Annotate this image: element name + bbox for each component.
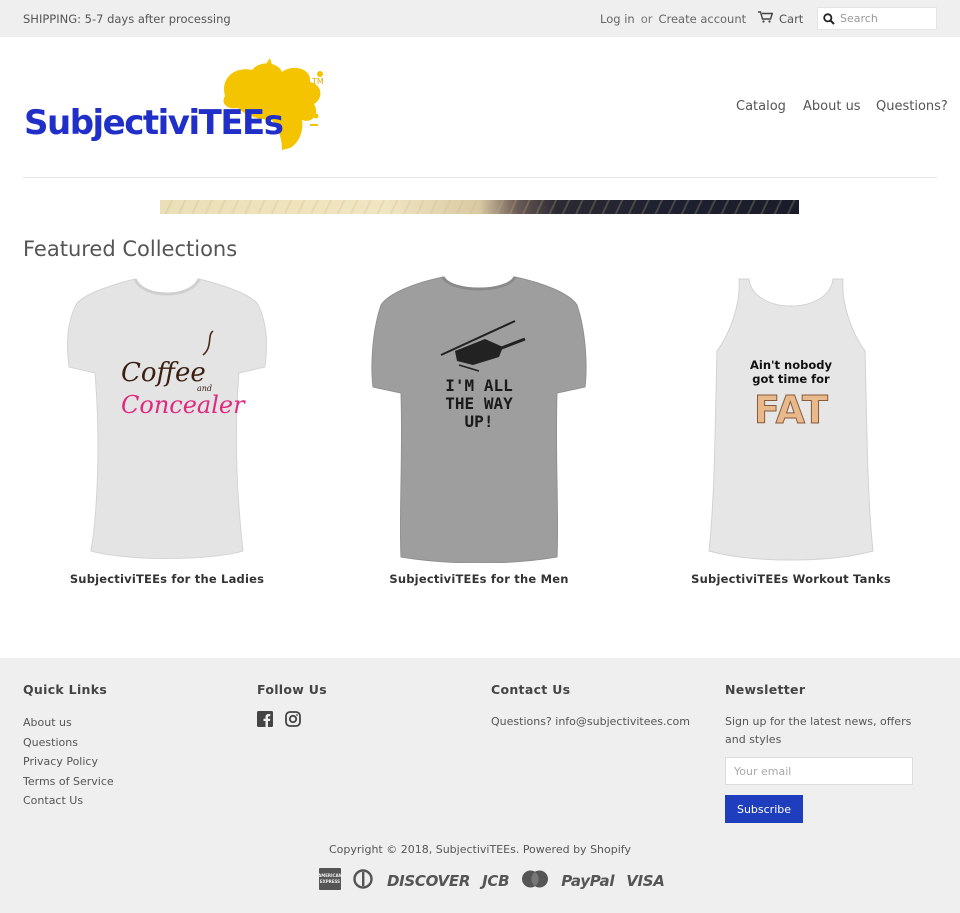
featured-collections-heading: Featured Collections [23,237,238,261]
contact-us-heading: Contact Us [491,682,571,697]
site-footer: Quick Links About us Questions Privacy P… [0,658,960,913]
nav-about-us[interactable]: About us [803,99,861,114]
men-shirt-image[interactable]: I'M ALL THE WAY UP! [329,275,629,563]
nav-questions[interactable]: Questions? [876,99,948,114]
subscribe-button[interactable]: Subscribe [725,795,803,823]
logo-trademark: TM [311,77,324,86]
tank-top-image[interactable]: Ain't nobody got time for FAT [641,275,941,563]
payment-icons: AMERICAN EXPRESS DISCOVER JCB PayPal VISA [318,868,665,894]
account-links: Log in or Create account [600,12,746,26]
search-icon[interactable] [818,8,840,29]
site-logo[interactable]: SubjectiviTEEs TM [20,58,330,152]
quick-links-heading: Quick Links [23,682,108,697]
collection-card-ladies[interactable]: Coffee and Concealer SubjectiviTEEs for … [17,275,317,586]
facebook-icon[interactable] [257,711,273,731]
announcement-bar: SHIPPING: 5-7 days after processing Log … [0,0,960,37]
collection-title-tanks[interactable]: SubjectiviTEEs Workout Tanks [641,572,941,586]
collection-card-men[interactable]: I'M ALL THE WAY UP! SubjectiviTEEs for t… [329,275,629,586]
copyright-text: Copyright © 2018, SubjectiviTEEs. Powere… [329,843,631,856]
discover-icon: DISCOVER [387,872,471,890]
collection-title-ladies[interactable]: SubjectiviTEEs for the Ladies [17,572,317,586]
hero-banner-image[interactable] [160,200,799,214]
men-shirt-text-line3: UP! [465,412,494,431]
footer-link-contact-us[interactable]: Contact Us [23,791,114,811]
tank-text-fat: FAT [754,388,828,432]
newsletter-description: Sign up for the latest news, offers and … [725,715,912,746]
newsletter-email-input[interactable] [725,757,913,785]
shipping-notice: SHIPPING: 5-7 days after processing [23,12,231,26]
ladies-shirt-text-concealer: Concealer [121,391,246,419]
footer-quick-links: Quick Links About us Questions Privacy P… [23,682,114,811]
cart-icon [758,11,774,26]
mastercard-icon [521,870,549,892]
svg-text:EXPRESS: EXPRESS [320,879,340,884]
tank-text-line2: got time for [752,372,830,386]
or-text: or [640,12,653,26]
footer-newsletter: Newsletter Sign up for the latest news, … [725,682,935,823]
ladies-shirt-image[interactable]: Coffee and Concealer [17,275,317,563]
tank-text-line1: Ain't nobody [750,358,833,372]
svg-text:AMERICAN: AMERICAN [319,873,341,878]
footer-link-about-us[interactable]: About us [23,713,114,733]
collection-card-tanks[interactable]: Ain't nobody got time for FAT Subjectivi… [641,275,941,586]
instagram-icon[interactable] [285,711,301,731]
cart-label: Cart [779,11,804,26]
footer-contact-us: Contact Us Questions? info@subjectivitee… [491,682,690,731]
logo-wordmark: SubjectiviTEEs [24,103,283,143]
footer-follow-us: Follow Us [257,682,327,731]
nav-catalog[interactable]: Catalog [736,99,786,114]
paypal-icon: PayPal [561,872,615,890]
ladies-shirt-text-coffee: Coffee [121,358,206,388]
search-box[interactable] [817,7,937,30]
login-link[interactable]: Log in [600,12,635,26]
footer-link-terms-of-service[interactable]: Terms of Service [23,772,114,792]
diners-club-icon [353,869,375,893]
header-divider [23,177,937,178]
create-account-link[interactable]: Create account [658,12,746,26]
footer-link-questions[interactable]: Questions [23,733,114,753]
men-shirt-text-line2: THE WAY [445,394,513,413]
american-express-icon: AMERICAN EXPRESS [318,868,342,894]
footer-link-privacy-policy[interactable]: Privacy Policy [23,752,114,772]
newsletter-heading: Newsletter [725,682,806,697]
men-shirt-text-line1: I'M ALL [445,376,512,395]
cart-link[interactable]: Cart [758,11,803,26]
visa-icon: VISA [626,872,665,890]
jcb-icon: JCB [482,872,510,890]
contact-text: Questions? info@subjectivitees.com [491,715,690,728]
follow-us-heading: Follow Us [257,682,327,697]
search-input[interactable] [840,12,930,25]
collection-title-men[interactable]: SubjectiviTEEs for the Men [329,572,629,586]
